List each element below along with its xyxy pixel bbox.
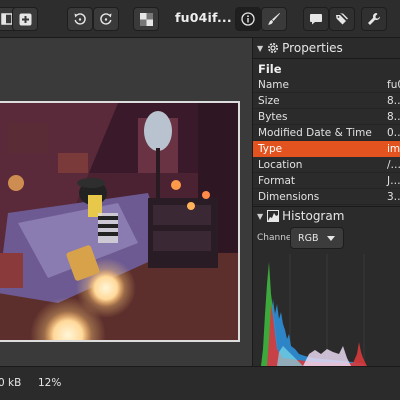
displayed-image (0, 101, 240, 342)
property-key: Bytes (258, 110, 288, 123)
image-viewer[interactable] (0, 38, 252, 366)
property-key: Format (258, 174, 296, 187)
property-row-name[interactable]: Name fu04if… (253, 77, 400, 93)
histogram-title: Histogram (282, 209, 345, 223)
property-value: fu04if… (387, 78, 400, 91)
property-value: 8… (387, 110, 400, 123)
status-bar: 0 kB 12% (0, 366, 400, 400)
file-group-title: File (258, 62, 282, 76)
tag-button[interactable] (329, 7, 355, 31)
expand-arrow-icon: ▼ (257, 43, 264, 53)
speech-bubble-icon (310, 14, 322, 25)
histogram-overlap (303, 346, 351, 366)
divider (253, 58, 400, 59)
property-key: Location (258, 158, 303, 171)
property-value: 8… (387, 94, 400, 107)
transparency-button[interactable] (133, 7, 159, 31)
property-row-location[interactable]: Location /… (253, 157, 400, 173)
property-value: 0… (387, 126, 400, 139)
checkerboard-icon (139, 12, 153, 26)
chevron-down-icon (327, 236, 335, 241)
rotate-right-button[interactable] (93, 7, 119, 31)
wrench-icon (368, 12, 381, 25)
property-key: Dimensions (258, 190, 320, 203)
properties-title: Properties (282, 41, 343, 55)
property-value: im… (387, 143, 400, 155)
rotate-left-button[interactable] (67, 7, 93, 31)
property-value: J… (387, 174, 400, 187)
rotate-left-icon (74, 13, 86, 25)
histogram-plot (253, 254, 400, 366)
properties-section-header[interactable]: ▼ Properties (253, 38, 400, 58)
rotate-right-icon (100, 13, 112, 25)
edit-button[interactable] (261, 7, 287, 31)
expand-arrow-icon: ▼ (257, 211, 264, 221)
header-bar: fu04if... (0, 0, 400, 38)
property-key: Size (258, 94, 280, 107)
properties-button[interactable] (235, 7, 261, 31)
property-row-size[interactable]: Size 8… (253, 93, 400, 109)
property-row-bytes[interactable]: Bytes 8… (253, 109, 400, 125)
new-button[interactable] (12, 7, 38, 31)
bedroom-illustration (0, 103, 238, 340)
properties-sidebar: ▼ Properties File Name fu04if… Size 8… B… (252, 38, 400, 366)
channel-value: RGB (298, 232, 319, 244)
channel-dropdown[interactable]: RGB (290, 227, 344, 249)
gear-icon (267, 42, 279, 54)
plus-box-icon (19, 13, 31, 25)
property-value: 3… (387, 190, 400, 203)
tag-icon (336, 13, 348, 25)
comment-button[interactable] (303, 7, 329, 31)
histogram-icon (267, 210, 280, 222)
property-row-modified[interactable]: Modified Date & Time 0… (253, 125, 400, 141)
property-row-format[interactable]: Format J… (253, 173, 400, 189)
zoom-level[interactable]: 12% (38, 377, 61, 389)
brush-icon (268, 13, 280, 25)
property-row-dimensions[interactable]: Dimensions 3… (253, 189, 400, 205)
property-key: Name (258, 78, 289, 91)
property-value: /… (387, 158, 400, 171)
histogram-section-header[interactable]: ▼ Histogram (253, 206, 400, 226)
window-title: fu04if... (175, 10, 232, 25)
property-key: Modified Date & Time (258, 126, 372, 139)
property-row-type[interactable]: Type im… (253, 141, 400, 157)
tools-button[interactable] (361, 7, 387, 31)
property-key: Type (258, 143, 283, 155)
info-icon (241, 12, 255, 26)
file-size-status: 0 kB (0, 377, 22, 389)
